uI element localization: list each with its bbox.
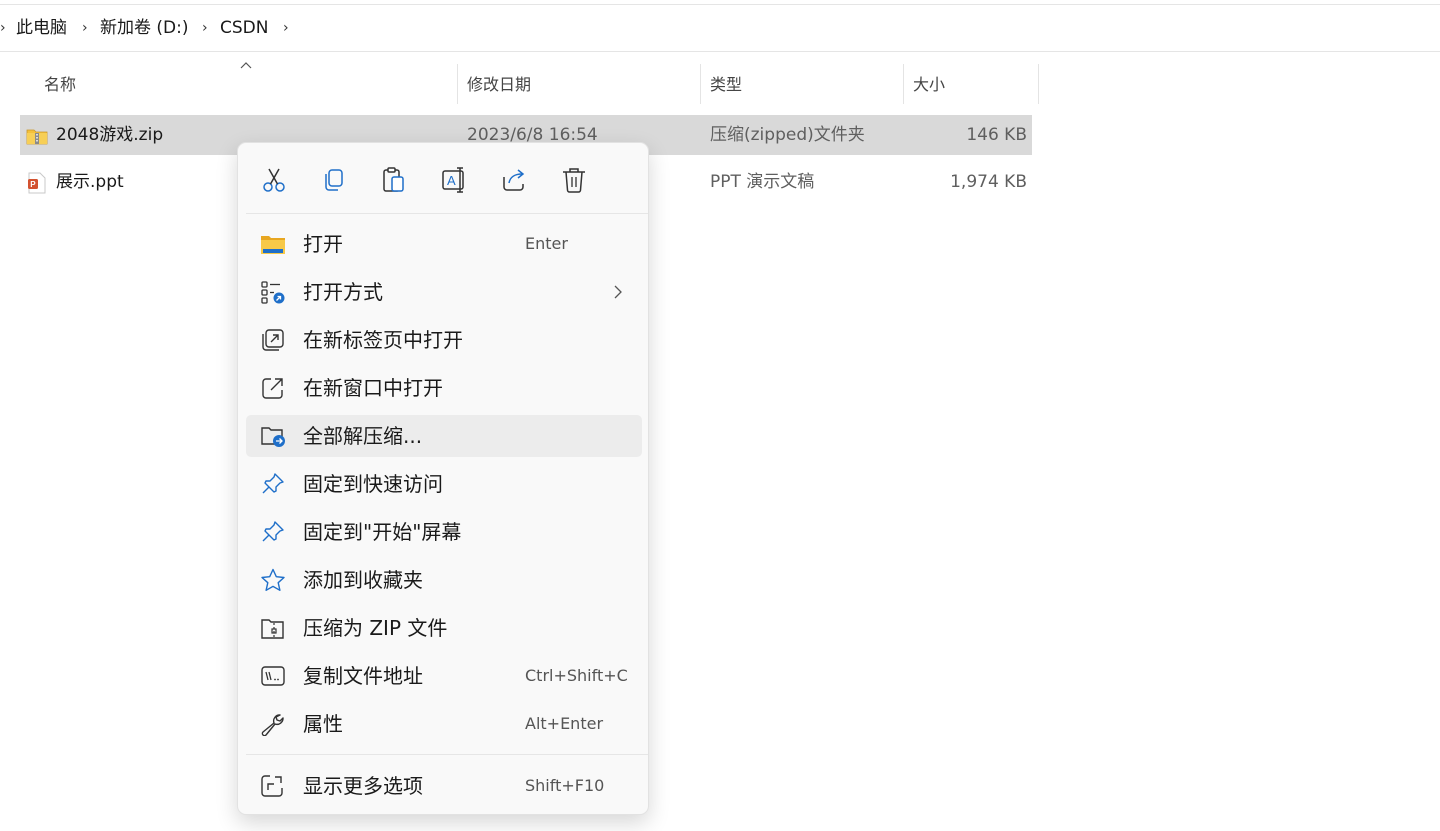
new-tab-icon: [262, 329, 284, 351]
menu-item-label: 添加到收藏夹: [303, 568, 423, 592]
cut-icon[interactable]: [259, 165, 289, 195]
address-bar[interactable]: › 此电脑 › 新加卷 (D:) › CSDN ›: [0, 4, 1440, 52]
column-header-type[interactable]: 类型: [710, 64, 742, 106]
menu-item-label: 在新窗口中打开: [303, 376, 443, 400]
file-size: 1,974 KB: [950, 172, 1027, 192]
svg-text:P: P: [30, 180, 36, 189]
file-name: 2048游戏.zip: [56, 125, 164, 145]
pin-start-icon: [262, 521, 284, 542]
file-type: 压缩(zipped)文件夹: [710, 125, 865, 145]
new-window-icon: [262, 378, 283, 399]
file-size: 146 KB: [966, 125, 1027, 145]
menu-item-open[interactable]: 打开 Enter: [246, 223, 642, 265]
menu-item-open-new-tab[interactable]: 在新标签页中打开: [246, 319, 642, 361]
file-type: PPT 演示文稿: [710, 172, 815, 192]
menu-item-pin-start[interactable]: 固定到"开始"屏幕: [246, 511, 642, 553]
delete-icon[interactable]: [559, 165, 589, 195]
menu-item-label: 全部解压缩...: [303, 424, 423, 448]
column-header-name[interactable]: 名称: [44, 64, 76, 106]
zip-icon: [261, 619, 284, 639]
file-name: 展示.ppt: [56, 172, 124, 192]
menu-item-properties[interactable]: 属性 Alt+Enter: [246, 703, 642, 745]
column-divider[interactable]: [700, 64, 701, 104]
menu-item-label: 打开: [303, 232, 343, 256]
menu-item-label: 打开方式: [303, 280, 383, 304]
menu-item-shortcut: Shift+F10: [525, 776, 605, 795]
chevron-right-icon[interactable]: ›: [82, 5, 88, 51]
menu-item-shortcut: Alt+Enter: [525, 714, 604, 733]
menu-separator: [246, 213, 648, 214]
menu-item-compress-zip[interactable]: 压缩为 ZIP 文件: [246, 607, 642, 649]
chevron-right-icon[interactable]: ›: [0, 5, 6, 51]
menu-item-open-new-window[interactable]: 在新窗口中打开: [246, 367, 642, 409]
breadcrumb-csdn[interactable]: CSDN: [220, 5, 268, 51]
context-menu: A 打开 Enter 打开方式 在新标签页中打开 在新窗口中打开 全部解压缩..…: [237, 142, 649, 815]
copy-path-icon: [261, 666, 285, 686]
menu-item-label: 固定到快速访问: [303, 472, 443, 496]
menu-item-label: 属性: [303, 712, 343, 736]
menu-item-label: 复制文件地址: [303, 664, 423, 688]
svg-text:A: A: [447, 173, 456, 188]
menu-item-add-favorites[interactable]: 添加到收藏夹: [246, 559, 642, 601]
wrench-icon: [261, 714, 284, 736]
sort-ascending-icon: [240, 62, 252, 69]
star-icon: [261, 568, 285, 591]
menu-item-copy-path[interactable]: 复制文件地址 Ctrl+Shift+C: [246, 655, 642, 697]
menu-item-shortcut: Enter: [525, 234, 568, 253]
chevron-right-icon[interactable]: ›: [283, 5, 289, 51]
menu-item-open-with[interactable]: 打开方式: [246, 271, 642, 313]
column-header-size[interactable]: 大小: [913, 64, 945, 106]
menu-item-label: 在新标签页中打开: [303, 328, 463, 352]
column-divider[interactable]: [457, 64, 458, 104]
breadcrumb-drive-d[interactable]: 新加卷 (D:): [100, 5, 189, 51]
copy-icon[interactable]: [319, 165, 349, 195]
chevron-right-icon[interactable]: ›: [202, 5, 208, 51]
rename-icon[interactable]: A: [439, 165, 469, 195]
column-divider[interactable]: [903, 64, 904, 104]
chevron-right-icon: [614, 285, 622, 299]
paste-icon[interactable]: [379, 165, 409, 195]
more-options-icon: [261, 775, 283, 797]
menu-item-label: 显示更多选项: [303, 774, 423, 798]
column-divider[interactable]: [1038, 64, 1039, 104]
pin-icon: [262, 473, 284, 494]
menu-item-show-more-options[interactable]: 显示更多选项 Shift+F10: [246, 765, 642, 807]
menu-item-shortcut: Ctrl+Shift+C: [525, 666, 628, 685]
folder-icon: [261, 236, 285, 254]
menu-item-label: 压缩为 ZIP 文件: [303, 616, 448, 640]
zip-folder-icon: [26, 129, 48, 145]
extract-icon: [261, 427, 285, 447]
menu-separator: [246, 754, 648, 755]
breadcrumb-this-pc[interactable]: 此电脑: [16, 5, 67, 51]
ppt-file-icon: P: [28, 172, 46, 194]
menu-item-label: 固定到"开始"屏幕: [303, 520, 462, 544]
menu-item-extract-all[interactable]: 全部解压缩...: [246, 415, 642, 457]
column-header-date[interactable]: 修改日期: [467, 64, 531, 106]
share-icon[interactable]: [499, 165, 529, 195]
open-with-icon: [261, 281, 285, 304]
menu-item-pin-quick-access[interactable]: 固定到快速访问: [246, 463, 642, 505]
